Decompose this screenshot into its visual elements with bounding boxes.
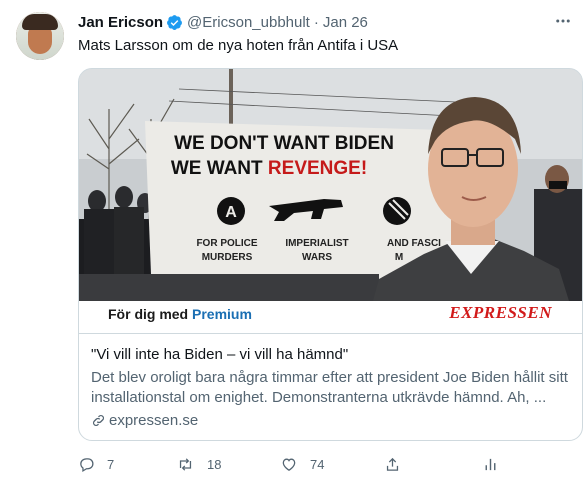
- like-count: 74: [310, 457, 325, 472]
- author-handle[interactable]: @Ericson_ubbhult: [187, 14, 310, 31]
- analytics-icon: [485, 458, 496, 471]
- avatar[interactable]: [16, 12, 64, 60]
- reply-button[interactable]: 7: [78, 456, 114, 473]
- share-icon: [386, 457, 399, 471]
- svg-text:FOR POLICE: FOR POLICE: [196, 238, 257, 249]
- action-bar: 7 18 74: [78, 456, 508, 476]
- link-icon: [93, 415, 104, 426]
- like-button[interactable]: 74: [280, 456, 324, 473]
- svg-text:WE WANT REVENGE!: WE WANT REVENGE!: [171, 158, 367, 179]
- tweet-header: Jan Ericson @Ericson_ubbhult · Jan 26: [78, 12, 368, 32]
- card-domain[interactable]: expressen.se: [91, 412, 198, 429]
- retweet-icon: [179, 458, 192, 471]
- svg-text:WE DON'T WANT BIDEN: WE DON'T WANT BIDEN: [174, 133, 394, 154]
- card-domain-text: expressen.se: [109, 412, 199, 429]
- svg-text:M: M: [395, 252, 403, 263]
- retweet-count: 18: [207, 457, 222, 472]
- tweet-timestamp[interactable]: Jan 26: [323, 14, 368, 31]
- reply-icon: [80, 458, 94, 473]
- link-card[interactable]: WE DON'T WANT BIDEN WE WANT REVENGE! FOR…: [78, 68, 583, 441]
- expressen-logo: EXPRESSEN: [449, 303, 552, 322]
- like-icon: [282, 458, 296, 471]
- more-icon[interactable]: [552, 10, 574, 32]
- svg-text:WARS: WARS: [302, 252, 332, 263]
- svg-text:IMPERIALIST: IMPERIALIST: [285, 238, 348, 249]
- analytics-button[interactable]: [482, 456, 511, 473]
- tweet-text: Mats Larsson om de nya hoten från Antifa…: [78, 37, 399, 54]
- svg-text:MURDERS: MURDERS: [202, 252, 253, 263]
- separator-dot: ·: [313, 13, 319, 31]
- premium-label: För dig med Premium: [108, 306, 252, 322]
- svg-text:AND FASCI: AND FASCI: [387, 238, 441, 249]
- reply-count: 7: [107, 457, 115, 472]
- premium-word: Premium: [192, 306, 252, 322]
- card-description: Det blev oroligt bara några timmar efter…: [91, 369, 568, 406]
- retweet-button[interactable]: 18: [176, 456, 221, 473]
- verified-badge-icon: [167, 14, 182, 30]
- share-button[interactable]: [384, 456, 413, 473]
- card-title[interactable]: "Vi vill inte ha Biden – vi vill ha hämn…: [91, 346, 348, 363]
- author-name[interactable]: Jan Ericson: [78, 14, 163, 31]
- card-image: WE DON'T WANT BIDEN WE WANT REVENGE! FOR…: [79, 69, 582, 333]
- tweet[interactable]: Jan Ericson @Ericson_ubbhult · Jan 26 Ma…: [0, 0, 588, 478]
- card-divider: [79, 333, 582, 334]
- svg-text:A: A: [225, 204, 237, 221]
